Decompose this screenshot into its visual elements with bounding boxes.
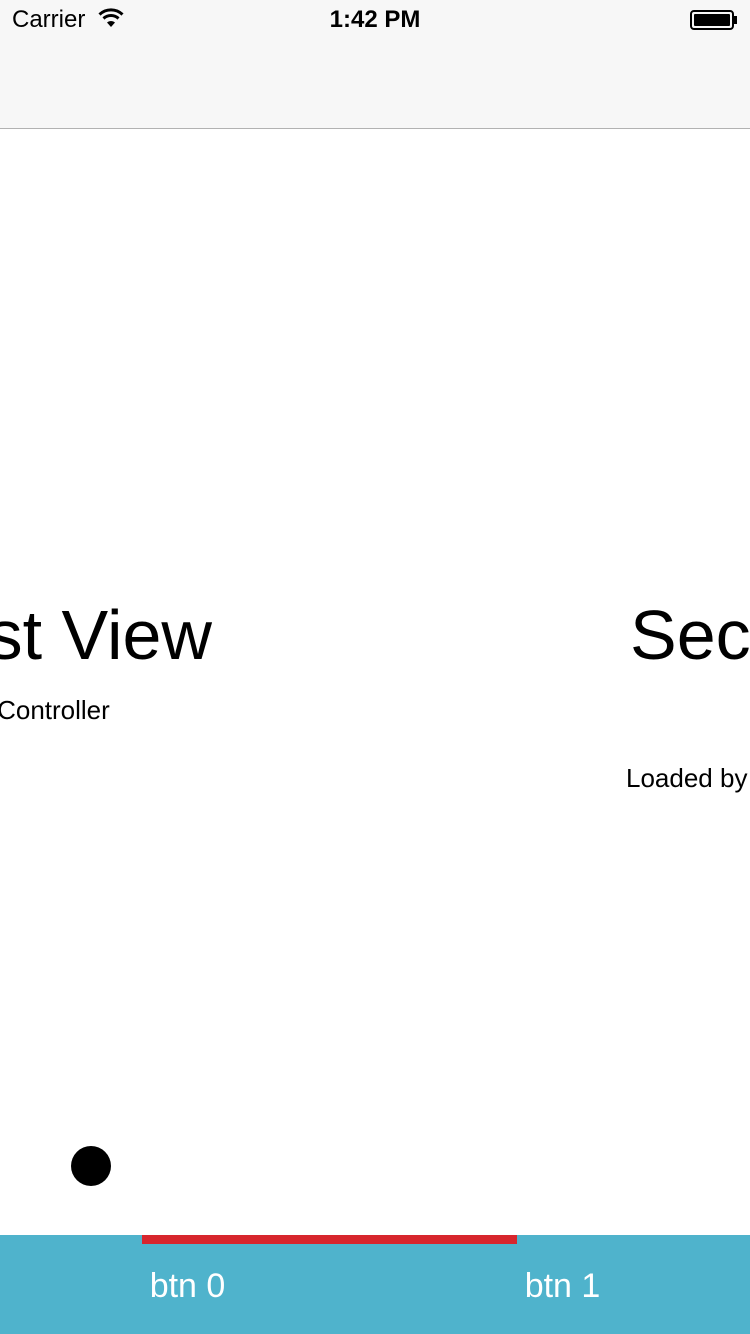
tab-btn-0[interactable]: btn 0	[0, 1235, 375, 1334]
pager-track: First View Loaded by FirstViewController…	[0, 129, 750, 1235]
app-screen: Carrier 1:42 PM First View Loaded by Fir…	[0, 0, 750, 1334]
tab-bar: btn 0 btn 1	[0, 1235, 750, 1334]
second-view-subtitle: Loaded by SecondViewController	[626, 763, 750, 793]
first-view-subtitle: Loaded by FirstViewController	[0, 695, 110, 725]
navigation-bar	[0, 40, 750, 129]
tab-btn-1[interactable]: btn 1	[375, 1235, 750, 1334]
second-view-page: Second View Loaded by SecondViewControll…	[626, 129, 750, 1235]
touch-indicator-dot	[71, 1146, 111, 1186]
battery-icon	[690, 10, 737, 30]
status-time: 1:42 PM	[329, 6, 421, 33]
paging-scroll-view[interactable]: First View Loaded by FirstViewController…	[0, 129, 750, 1235]
first-view-title: First View	[0, 596, 212, 674]
second-view-title: Second View	[630, 596, 750, 674]
first-view-page: First View Loaded by FirstViewController	[0, 129, 240, 1235]
status-bar: Carrier 1:42 PM	[0, 0, 750, 40]
